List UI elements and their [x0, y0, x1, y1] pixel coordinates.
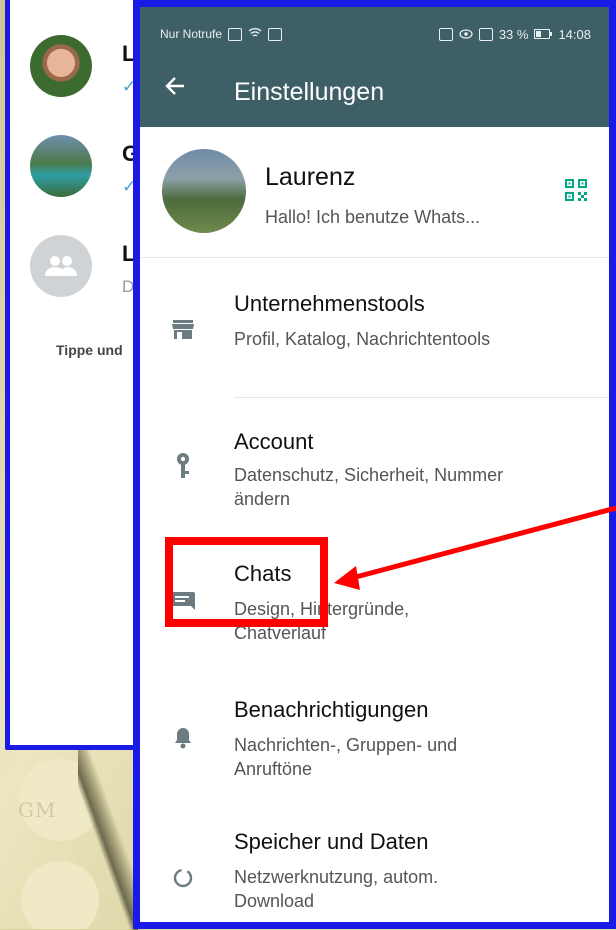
- setting-storage[interactable]: Speicher und Daten Netzwerknutzung, auto…: [140, 807, 609, 922]
- status-bar: Nur Notrufe 33 % 14:08: [140, 7, 609, 54]
- background-logo-text: GM: [18, 798, 57, 822]
- setting-title: Account: [234, 429, 314, 454]
- setting-title: Benachrichtigungen: [234, 697, 429, 722]
- eye-icon: [459, 27, 473, 42]
- contact-avatar: [30, 35, 92, 97]
- store-icon: [170, 317, 196, 343]
- key-icon: [170, 453, 196, 479]
- decorative-stripe: [78, 740, 138, 930]
- profile-row[interactable]: Laurenz Hallo! Ich benutze Whats...: [140, 127, 609, 258]
- bell-icon: [170, 725, 196, 751]
- arrow-back-icon[interactable]: [164, 74, 186, 102]
- group-icon: [30, 235, 92, 297]
- vibrate-icon: [478, 28, 493, 41]
- divider: [234, 397, 609, 398]
- battery-icon: [534, 27, 553, 42]
- setting-title: Speicher und Daten: [234, 829, 429, 854]
- setting-account[interactable]: Account Datenschutz, Sicherheit, Nummer …: [140, 407, 609, 537]
- battery-percent: 33 %: [498, 27, 529, 42]
- carrier-text: Nur Notrufe: [160, 27, 223, 41]
- setting-subtitle: Datenschutz, Sicherheit, Nummer ändern: [234, 465, 504, 509]
- setting-subtitle: Profil, Katalog, Nachrichtentools: [234, 329, 491, 349]
- qr-code-icon[interactable]: [565, 179, 587, 201]
- sim-icon: [228, 27, 243, 41]
- setting-title: Unternehmenstools: [234, 291, 425, 316]
- data-usage-icon: [170, 865, 196, 891]
- setting-notifications[interactable]: Benachrichtigungen Nachrichten-, Gruppen…: [140, 677, 609, 807]
- profile-status: Hallo! Ich benutze Whats...: [265, 207, 481, 227]
- profile-avatar[interactable]: [162, 149, 246, 233]
- wifi-icon: [248, 27, 262, 41]
- nfc-icon: [438, 28, 453, 41]
- setting-subtitle: Netzwerknutzung, autom. Download: [234, 867, 439, 911]
- app-bar: Einstellungen: [140, 54, 609, 127]
- profile-name: Laurenz: [265, 163, 356, 191]
- clock: 14:08: [558, 27, 591, 42]
- tip-text: Tippe und: [56, 342, 123, 358]
- setting-subtitle: Nachrichten-, Gruppen- und Anruftöne: [234, 735, 458, 779]
- notification-icon: [268, 27, 283, 41]
- page-title: Einstellungen: [234, 78, 385, 106]
- setting-business-tools[interactable]: Unternehmenstools Profil, Katalog, Nachr…: [140, 269, 609, 399]
- settings-screen: Nur Notrufe 33 % 14:08 Einstellungen Lau…: [133, 0, 616, 929]
- annotation-highlight-box: [165, 537, 328, 627]
- contact-avatar: [30, 135, 92, 197]
